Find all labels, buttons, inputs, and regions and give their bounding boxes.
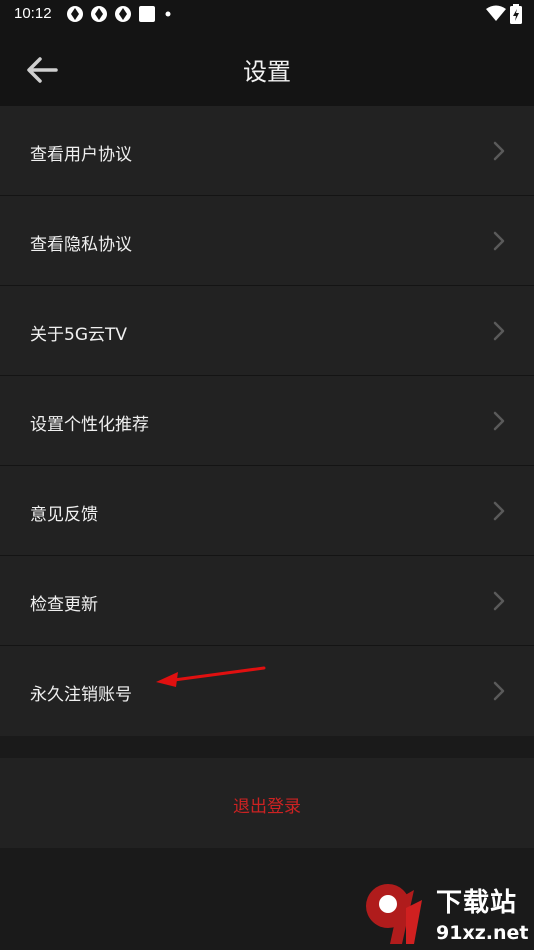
chevron-right-icon xyxy=(493,591,505,611)
chevron-right-icon xyxy=(493,681,505,701)
status-icons-left xyxy=(66,5,174,23)
menu-item-about[interactable]: 关于5G云TV xyxy=(0,286,534,376)
menu-item-privacy-agreement[interactable]: 查看隐私协议 xyxy=(0,196,534,286)
battery-icon xyxy=(510,4,522,24)
status-icons-right xyxy=(486,4,522,24)
header: 设置 xyxy=(0,28,534,106)
status-time: 10:12 xyxy=(14,5,52,22)
page-title: 设置 xyxy=(243,58,291,86)
menu-item-label: 查看隐私协议 xyxy=(30,235,132,255)
status-bar: 10:12 xyxy=(0,0,534,28)
menu-item-label: 检查更新 xyxy=(30,595,98,615)
watermark-title: 下载站 xyxy=(436,888,518,918)
menu-item-label: 永久注销账号 xyxy=(30,685,132,705)
chevron-right-icon xyxy=(493,501,505,521)
annotation-arrow-icon xyxy=(156,666,266,687)
menu-item-user-agreement[interactable]: 查看用户协议 xyxy=(0,106,534,196)
logout-button[interactable]: 退出登录 xyxy=(0,758,534,848)
wifi-icon xyxy=(486,5,506,21)
chevron-right-icon xyxy=(493,321,505,341)
chevron-right-icon xyxy=(493,411,505,431)
menu-item-label: 查看用户协议 xyxy=(30,145,132,165)
chevron-right-icon xyxy=(493,231,505,251)
sync-icon xyxy=(115,6,131,22)
menu-item-personalized-recommendation[interactable]: 设置个性化推荐 xyxy=(0,376,534,466)
watermark-url: 91xz.net xyxy=(436,922,529,944)
chevron-right-icon xyxy=(493,141,505,161)
menu-item-label: 意见反馈 xyxy=(30,505,98,525)
watermark-logo-icon xyxy=(366,884,422,944)
sync-icon xyxy=(67,6,83,22)
dot-icon xyxy=(165,11,171,17)
menu-item-label: 设置个性化推荐 xyxy=(30,415,149,435)
menu-item-label: 关于5G云TV xyxy=(30,325,128,345)
sync-icon xyxy=(91,6,107,22)
square-icon xyxy=(139,6,155,22)
menu-item-feedback[interactable]: 意见反馈 xyxy=(0,466,534,556)
menu-item-check-update[interactable]: 检查更新 xyxy=(0,556,534,646)
logout-label: 退出登录 xyxy=(233,797,301,817)
watermark: 下载站 91xz.net xyxy=(362,876,534,950)
settings-menu: 查看用户协议 查看隐私协议 关于5G云TV 设置个性化推荐 意见反馈 检查更新 xyxy=(0,106,534,736)
